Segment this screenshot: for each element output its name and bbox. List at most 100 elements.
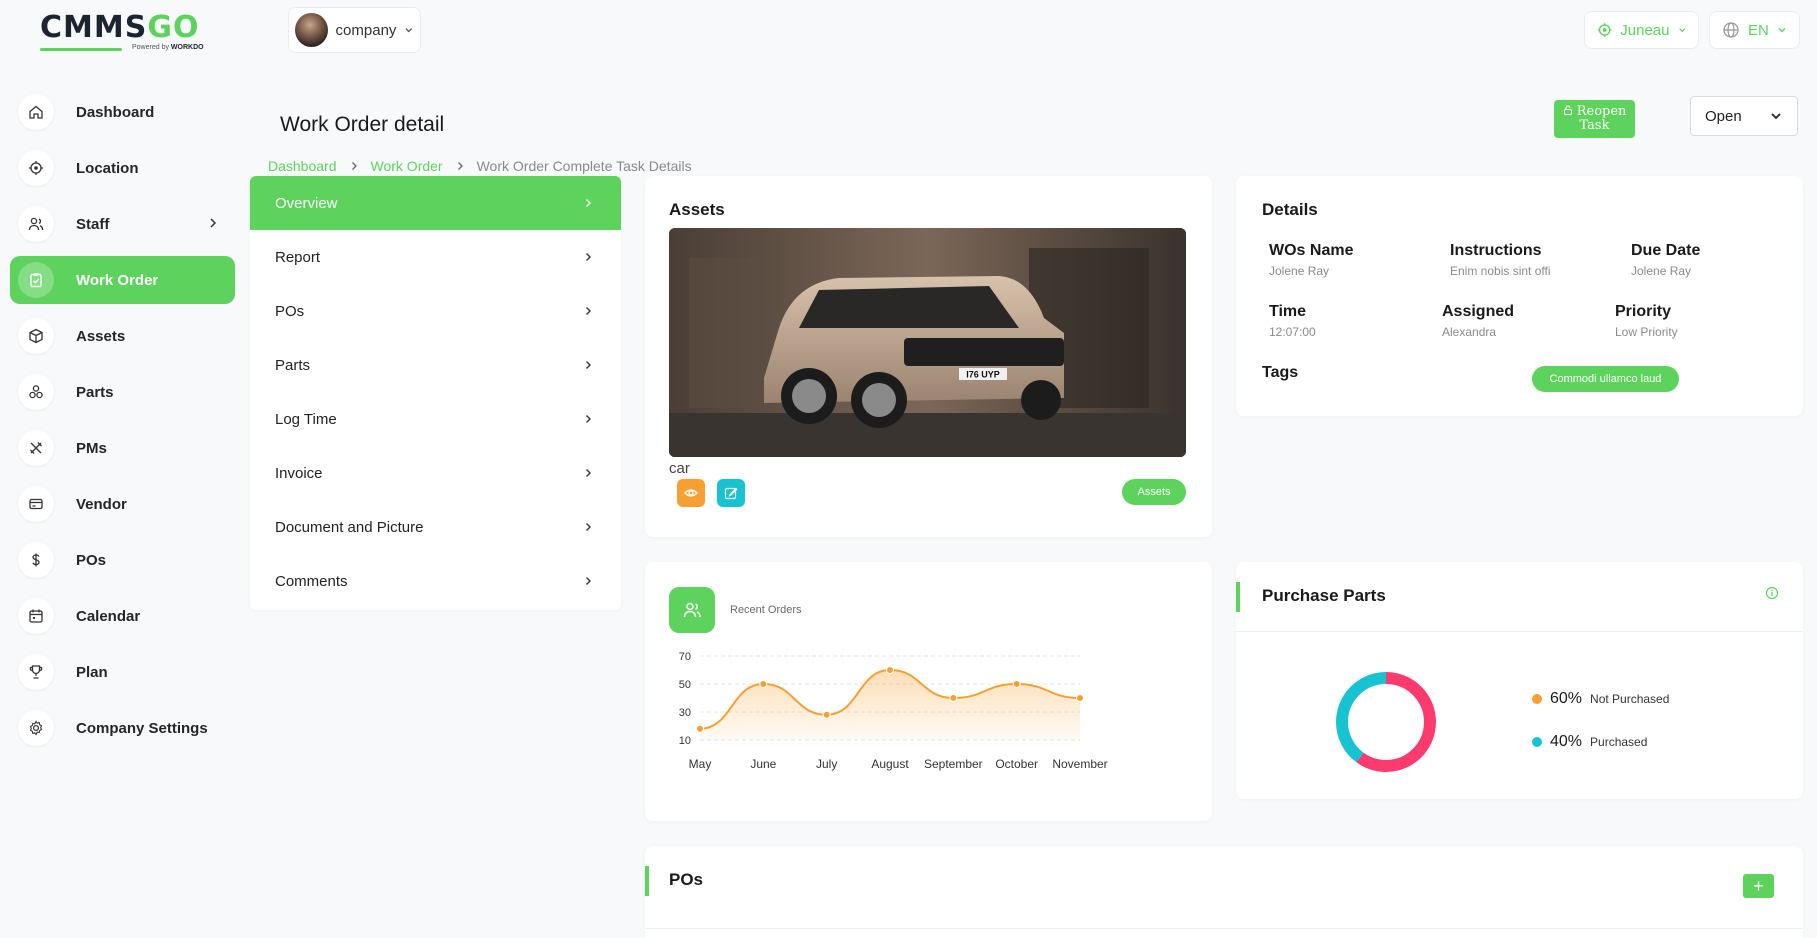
assigned-label: Assigned — [1442, 303, 1515, 320]
pos-card-title: POs — [669, 870, 704, 889]
sidebar-item-pos[interactable]: POs — [10, 536, 235, 584]
card-accent-bar — [1236, 582, 1240, 612]
legend-label: Not Purchased — [1590, 692, 1670, 706]
assets-card-title: Assets — [669, 200, 725, 219]
sidebar-item-plan[interactable]: Plan — [10, 648, 235, 696]
sidebar-item-location[interactable]: Location — [10, 144, 235, 192]
globe-icon — [1723, 22, 1739, 38]
location-icon — [18, 150, 54, 186]
company-avatar — [295, 13, 328, 47]
legend-purchased: 40% Purchased — [1532, 733, 1647, 751]
status-value: Open — [1705, 107, 1742, 125]
sidebar-item-calendar[interactable]: Calendar — [10, 592, 235, 640]
gear-icon — [18, 710, 54, 746]
view-asset-button[interactable] — [677, 479, 705, 507]
tab-label: Invoice — [275, 464, 323, 482]
sidebar-item-label: Assets — [76, 327, 126, 345]
sidebar-item-company-settings[interactable]: Company Settings — [10, 704, 235, 752]
sidebar-item-label: Staff — [76, 215, 110, 233]
breadcrumb-work-order[interactable]: Work Order — [371, 158, 443, 174]
sidebar-item-assets[interactable]: Assets — [10, 312, 235, 360]
chart-x-tick-label: September — [924, 757, 983, 771]
tab-overview[interactable]: Overview — [250, 176, 621, 230]
tags-label: Tags — [1262, 364, 1299, 381]
sidebar-item-label: Plan — [76, 663, 108, 681]
details-card: Details WOs Name Jolene Ray Instructions… — [1236, 176, 1803, 416]
car-illustration: I76 UYP — [669, 228, 1186, 457]
time-label: Time — [1269, 303, 1307, 320]
sidebar-item-label: Vendor — [76, 495, 127, 513]
sidebar-item-pms[interactable]: PMs — [10, 424, 235, 472]
legend-dot — [1532, 737, 1542, 747]
pos-card: POs + — [645, 846, 1803, 938]
sidebar-item-parts[interactable]: Parts — [10, 368, 235, 416]
legend-not-purchased: 60% Not Purchased — [1532, 690, 1669, 708]
chart-data-point — [1012, 680, 1021, 688]
work-order-tab-menu: Overview Report POs Parts Log Time Invoi… — [250, 176, 621, 610]
instructions-label: Instructions — [1450, 242, 1542, 259]
box-icon — [18, 318, 54, 354]
app-logo[interactable]: CMMSGO Powered by WORKDO — [40, 12, 210, 56]
legend-pct: 40% — [1550, 733, 1583, 750]
dollar-icon — [18, 542, 54, 578]
chart-x-tick-label: August — [871, 757, 909, 771]
chevron-right-icon — [586, 199, 591, 207]
sidebar-item-label: PMs — [76, 439, 107, 457]
chevron-right-icon — [586, 307, 591, 315]
chevron-down-icon — [1678, 28, 1685, 33]
location-switcher[interactable]: Juneau — [1584, 11, 1699, 49]
tab-document-and-picture[interactable]: Document and Picture — [250, 500, 621, 554]
sidebar-item-label: Parts — [76, 383, 114, 401]
language-switcher[interactable]: EN — [1709, 11, 1800, 49]
tab-invoice[interactable]: Invoice — [250, 446, 621, 500]
breadcrumb-current: Work Order Complete Task Details — [476, 158, 692, 174]
chevron-right-icon — [586, 577, 591, 585]
tab-log-time[interactable]: Log Time — [250, 392, 621, 446]
company-switcher[interactable]: company — [288, 7, 421, 53]
sidebar-item-staff[interactable]: Staff — [10, 200, 235, 248]
chart-area-fill — [700, 670, 1080, 740]
assets-card: Assets I76 UYP car Assets — [645, 176, 1212, 537]
tab-parts[interactable]: Parts — [250, 338, 621, 392]
tools-icon — [18, 430, 54, 466]
breadcrumb-dashboard[interactable]: Dashboard — [268, 158, 337, 174]
tab-comments[interactable]: Comments — [250, 554, 621, 608]
card-accent-bar — [645, 866, 649, 896]
tab-label: Parts — [275, 356, 311, 374]
chart-x-tick-label: June — [750, 757, 776, 771]
tab-pos[interactable]: POs — [250, 284, 621, 338]
chart-y-tick-label: 70 — [679, 651, 691, 663]
sidebar-item-label: Work Order — [76, 271, 159, 289]
sidebar-item-work-order[interactable]: Work Order — [10, 256, 235, 304]
car-plate-text: I76 UYP — [966, 370, 1000, 380]
assets-badge-button[interactable]: Assets — [1122, 479, 1186, 505]
users-icon — [18, 206, 54, 242]
sidebar-item-vendor[interactable]: Vendor — [10, 480, 235, 528]
legend-dot — [1532, 694, 1542, 704]
info-icon[interactable] — [1765, 586, 1779, 600]
tab-report[interactable]: Report — [250, 230, 621, 284]
sidebar-item-label: Dashboard — [76, 103, 155, 121]
asset-name: car — [669, 460, 690, 477]
priority-value: Low Priority — [1615, 325, 1678, 339]
chevron-down-icon — [1771, 113, 1781, 120]
wos-name-value: Jolene Ray — [1269, 264, 1330, 278]
wos-name-label: WOs Name — [1269, 242, 1354, 259]
due-date-label: Due Date — [1631, 242, 1701, 259]
edit-asset-button[interactable] — [717, 479, 745, 507]
location-target-icon — [1597, 23, 1612, 37]
parts-icon — [18, 374, 54, 410]
sidebar-nav: Dashboard Location Staff Work Order Asse… — [10, 88, 235, 760]
chevron-down-icon — [405, 28, 413, 33]
chart-y-tick-label: 50 — [679, 679, 691, 691]
status-select[interactable]: Open — [1690, 96, 1798, 136]
add-po-button[interactable]: + — [1743, 874, 1774, 898]
chevron-right-icon — [457, 162, 463, 170]
chevron-right-icon — [586, 523, 591, 531]
chevron-right-icon — [210, 218, 217, 228]
reopen-task-button[interactable]: Reopen Task — [1554, 100, 1635, 138]
tag-pill: Commodi ullamco laud — [1532, 366, 1679, 392]
chevron-right-icon — [586, 253, 591, 261]
sidebar-item-dashboard[interactable]: Dashboard — [10, 88, 235, 136]
purchase-parts-card: Purchase Parts 60% Not Purchased 40% Pur… — [1236, 562, 1803, 799]
